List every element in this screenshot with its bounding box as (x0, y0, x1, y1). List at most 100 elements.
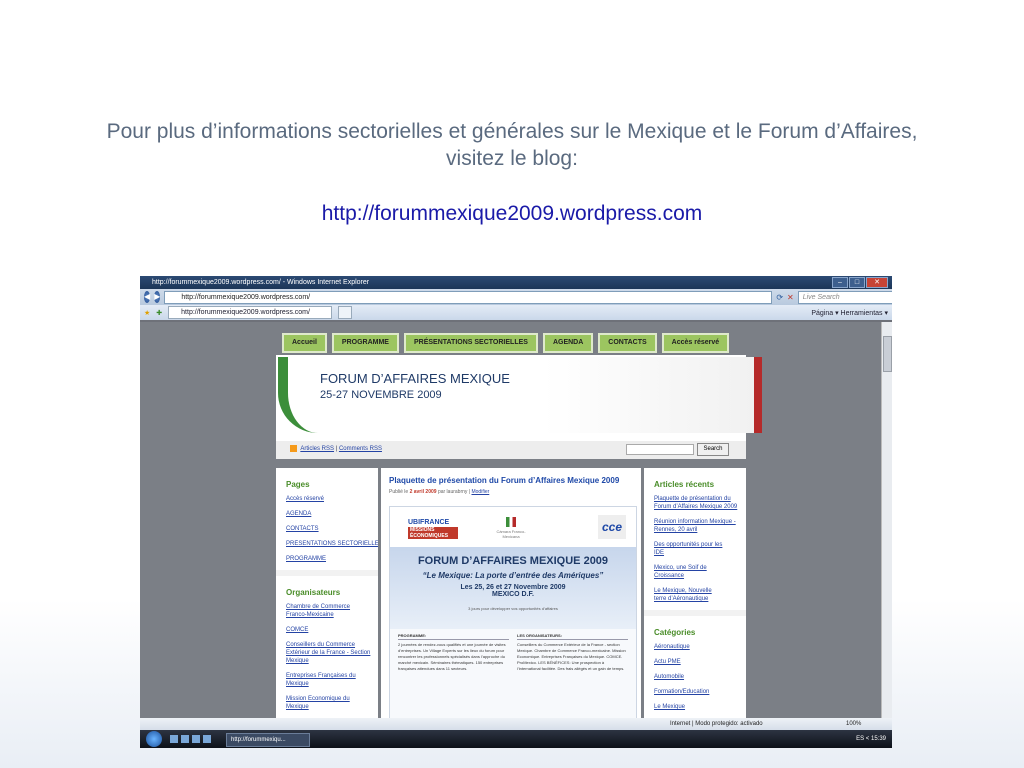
stop-icon[interactable]: ✕ (787, 293, 794, 302)
zoom-level[interactable]: 100% (846, 718, 861, 730)
refresh-icon[interactable]: ⟳ (776, 293, 783, 302)
taskbar-ie-button[interactable]: http://forummexiqu... (226, 733, 310, 747)
post-author: par laurabrny | (437, 489, 471, 495)
sidebar-org-link[interactable]: Mission Economique du Mexique (286, 695, 366, 711)
window-controls: – □ ✕ (832, 277, 888, 288)
nav-tab-accueil[interactable]: Accueil (282, 333, 327, 353)
brochure-logos: UBIFRANCE MISSIONS ÉCONOMIQUES Cámara Fra… (390, 507, 636, 547)
post-date: 2 avril 2009 (409, 489, 437, 495)
nav-tab-programme[interactable]: PROGRAMME (331, 333, 399, 353)
recent-post-link[interactable]: Réunion information Mexique - Rennes, 20… (654, 518, 740, 534)
banner-dates: 25-27 NOVEMBRE 2009 (320, 389, 442, 401)
ie-quicklaunch-icon[interactable] (192, 735, 200, 743)
nav-tab-presentations[interactable]: PRÉSENTATIONS SECTORIELLES (403, 333, 538, 353)
sidebar-org-link[interactable]: COMCE (286, 626, 378, 634)
ubifrance-name: UBIFRANCE (408, 519, 450, 526)
ubifrance-logo: UBIFRANCE MISSIONS ÉCONOMIQUES (408, 519, 458, 539)
window-title: http://forummexique2009.wordpress.com/ -… (152, 279, 370, 286)
banner-graphic: FORUM D’AFFAIRES MEXIQUE 25-27 NOVEMBRE … (278, 357, 762, 433)
category-link[interactable]: Le Mexique (654, 703, 746, 711)
search-input[interactable]: Live Search (797, 290, 892, 304)
left-sidebar: Pages Accès réservé AGENDA CONTACTS PRÉS… (276, 468, 378, 718)
sidebar-org-link[interactable]: Chambre de Commerce Franco-Mexicaine (286, 603, 368, 619)
new-tab-button[interactable] (338, 306, 353, 319)
feed-search-bar: Articles RSS | Comments RSS Search (276, 441, 746, 459)
post-title[interactable]: Plaquette de présentation du Forum d’Aff… (389, 476, 641, 485)
post-meta: Publié le 2 avril 2009 par laurabrny | M… (389, 489, 641, 495)
sidebar-page-link[interactable]: CONTACTS (286, 525, 378, 533)
recent-post-link[interactable]: Mexico, une Soif de Croissance (654, 564, 710, 580)
recent-heading: Articles récents (654, 480, 715, 489)
close-button[interactable]: ✕ (866, 277, 888, 288)
brochure-dates: Les 25, 26 et 27 Novembre 2009 (460, 584, 566, 591)
brochure-title: FORUM D’AFFAIRES MEXIQUE 2009 (417, 555, 609, 567)
sidebar-page-link[interactable]: PROGRAMME (286, 555, 378, 563)
nav-tab-contacts[interactable]: CONTACTS (598, 333, 657, 353)
folder-icon[interactable] (203, 735, 211, 743)
window-titlebar: http://forummexique2009.wordpress.com/ -… (140, 276, 892, 289)
post-edit-link[interactable]: Modifier (471, 489, 489, 495)
post-meta-prefix: Publié le (389, 489, 409, 495)
vertical-scrollbar[interactable] (881, 322, 892, 718)
sidebar-separator (644, 610, 746, 616)
recent-post-link[interactable]: Des opportunités pour les IDE (654, 541, 724, 557)
category-link[interactable]: Aéronautique (654, 643, 746, 651)
status-bar: Internet | Modo protegido: activado 100% (140, 718, 892, 730)
start-orb-icon[interactable] (146, 731, 162, 747)
organisateurs-heading: Organisateurs (286, 588, 341, 597)
rss-icon (290, 445, 297, 452)
slide-title: Pour plus d’informations sectorielles et… (106, 120, 918, 170)
favorites-star-icon[interactable]: ★ (144, 309, 150, 317)
maximize-button[interactable]: □ (849, 277, 865, 288)
blog-link[interactable]: http://forummexique2009.wordpress.com (0, 202, 1024, 226)
category-link[interactable]: Actu PME (654, 658, 746, 666)
blog-search-input[interactable] (626, 444, 694, 455)
brochure-col-head: LES ORGANISATEURS: (517, 633, 628, 640)
show-desktop-icon[interactable] (170, 735, 178, 743)
camara-flag-icon (506, 517, 516, 527)
switch-windows-icon[interactable] (181, 735, 189, 743)
categories-heading: Catégories (654, 628, 696, 637)
right-sidebar: Articles récents Plaquette de présentati… (644, 468, 746, 718)
category-link[interactable]: Formation/Education (654, 688, 746, 696)
brochure-col-head: PROGRAMME: (398, 633, 509, 640)
address-toolbar: ◀ ▶ http://forummexique2009.wordpress.co… (140, 289, 892, 305)
sidebar-page-link[interactable]: PRÉSENTATIONS SECTORIELLES (286, 540, 378, 548)
tab-bar: ★ ✚ http://forummexique2009.wordpress.co… (140, 305, 892, 320)
address-bar[interactable]: http://forummexique2009.wordpress.com/ (164, 290, 773, 304)
nav-tab-acces-reserve[interactable]: Accès réservé (661, 333, 730, 353)
browser-tab[interactable]: http://forummexique2009.wordpress.com/ (168, 306, 333, 319)
brochure-tagline: “Le Mexique: La porte d’entrée des Améri… (422, 571, 604, 580)
main-content: Plaquette de présentation du Forum d’Aff… (381, 468, 641, 718)
blog-search-button[interactable]: Search (697, 443, 729, 456)
rss-articles-link[interactable]: Articles RSS (300, 446, 334, 452)
rss-links: Articles RSS | Comments RSS (290, 445, 382, 452)
quick-launch (170, 735, 216, 743)
browser-screenshot: http://forummexique2009.wordpress.com/ -… (140, 276, 892, 748)
brochure-columns: PROGRAMME: 2 journées de rendez-vous qual… (390, 629, 636, 676)
forward-button[interactable]: ▶ (154, 291, 161, 303)
cce-logo: cce (598, 515, 626, 539)
sidebar-org-link[interactable]: Conseillers du Commerce Extérieur de la … (286, 641, 372, 665)
nav-tab-agenda[interactable]: AGENDA (542, 333, 594, 353)
minimize-button[interactable]: – (832, 277, 848, 288)
brochure-city: MEXICO D.F. (491, 591, 534, 598)
sidebar-page-link[interactable]: Accès réservé (286, 495, 378, 503)
sidebar-page-link[interactable]: AGENDA (286, 510, 378, 518)
back-button[interactable]: ◀ (144, 291, 151, 303)
brochure-col-organisateurs: LES ORGANISATEURS: Conseillers du Commerc… (517, 633, 628, 672)
command-bar-tools[interactable]: Página ▾ Herramientas ▾ (811, 309, 888, 317)
windows-taskbar: http://forummexiqu... ES < 15:39 (140, 730, 892, 748)
add-favorite-icon[interactable]: ✚ (156, 309, 162, 317)
sidebar-org-link[interactable]: Entreprises Françaises du Mexique (286, 672, 372, 688)
camara-logo: Cámara Franco-Mexicana (494, 517, 528, 539)
brochure-headline: FORUM D’AFFAIRES MEXIQUE 2009 “Le Mexiqu… (390, 547, 636, 629)
recent-post-link[interactable]: Le Mexique, Nouvelle terre d’Aéronautiqu… (654, 587, 720, 603)
scrollbar-thumb[interactable] (883, 336, 892, 372)
recent-post-link[interactable]: Plaquette de présentation du Forum d’Aff… (654, 495, 738, 511)
brochure-subtitle: 3 jours pour développer vos opportunités… (468, 606, 558, 611)
page-viewport: Accueil PROGRAMME PRÉSENTATIONS SECTORIE… (140, 322, 882, 718)
category-link[interactable]: Automobile (654, 673, 746, 681)
rss-comments-link[interactable]: Comments RSS (339, 446, 382, 452)
brochure-image: UBIFRANCE MISSIONS ÉCONOMIQUES Cámara Fra… (389, 506, 637, 718)
